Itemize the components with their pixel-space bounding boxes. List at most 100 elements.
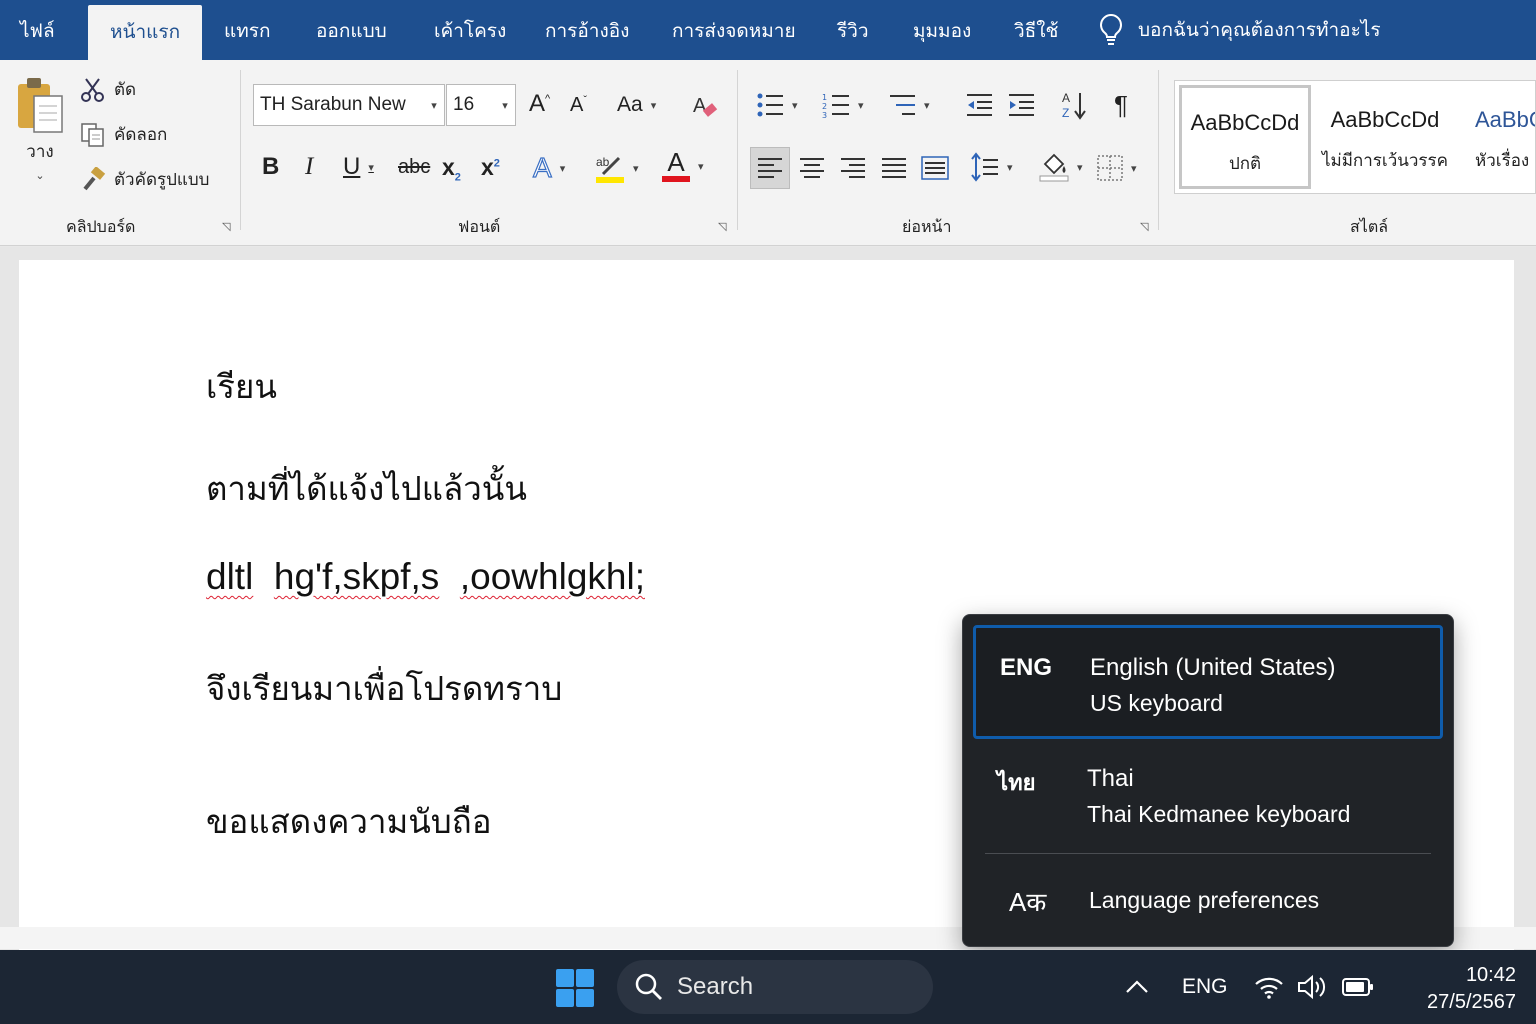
input-indicator[interactable]: ENG: [1182, 950, 1228, 1024]
keyboard-layout: US keyboard: [1090, 690, 1223, 716]
clock[interactable]: 10:42 27/5/2567: [1386, 962, 1516, 1016]
font-size-combo[interactable]: 16 ▾: [446, 84, 516, 126]
increase-indent-button[interactable]: [1007, 92, 1035, 118]
numbering-button[interactable]: 123 ▾: [822, 92, 864, 118]
align-center-button[interactable]: [799, 156, 825, 180]
svg-text:ab: ab: [596, 155, 610, 169]
style-sample: AaBbCcDd: [1190, 110, 1300, 135]
tab-help[interactable]: วิธีใช้: [1014, 0, 1058, 60]
align-right-button[interactable]: [840, 156, 866, 180]
highlight-button[interactable]: ab ▾: [595, 152, 639, 184]
language-preferences-link[interactable]: Aक Language preferences: [973, 867, 1443, 937]
paragraph-group-label: ย่อหน้า: [902, 217, 952, 236]
clipboard-launcher-icon[interactable]: ◹: [222, 220, 234, 233]
bold-button[interactable]: B: [262, 153, 279, 181]
paste-label: วาง: [26, 142, 54, 162]
tab-references[interactable]: การอ้างอิง: [545, 0, 629, 60]
format-painter-button[interactable]: ตัวคัดรูปแบบ: [80, 166, 209, 193]
justify-button[interactable]: [881, 156, 907, 180]
language-option-english[interactable]: ENG English (United States) US keyboard: [973, 625, 1443, 739]
cut-label: ตัด: [114, 80, 137, 100]
misspelled-word[interactable]: dltl: [206, 556, 253, 597]
paste-button[interactable]: วาง ⌄: [14, 76, 66, 182]
sort-button[interactable]: AZ: [1061, 90, 1087, 120]
doc-line-closing: จึงเรียนมาเพื่อโปรดทราบ: [206, 669, 563, 708]
styles-gallery: AaBbCcDd ปกติ AaBbCcDd ไม่มีการเว้นวรรค …: [1174, 80, 1536, 194]
tab-insert[interactable]: แทรก: [224, 0, 270, 60]
bold-icon: B: [262, 153, 280, 180]
wifi-icon[interactable]: [1254, 950, 1284, 1024]
style-no-spacing[interactable]: AaBbCcDd ไม่มีการเว้นวรรค: [1319, 85, 1451, 189]
language-preferences-label: Language preferences: [1089, 887, 1320, 913]
group-divider: [240, 70, 241, 230]
format-painter-label: ตัวคัดรูปแบบ: [114, 170, 210, 190]
language-name: Thai: [1087, 765, 1134, 792]
tab-review[interactable]: รีวิว: [837, 0, 869, 60]
misspelled-word[interactable]: hg'f,skpf,s: [274, 556, 439, 597]
start-button[interactable]: [556, 969, 594, 1007]
font-group-label: ฟอนต์: [458, 217, 501, 236]
font-launcher-icon[interactable]: ◹: [718, 220, 730, 233]
decrease-indent-button[interactable]: [965, 92, 993, 118]
svg-text:3: 3: [822, 111, 827, 118]
flyout-divider: [985, 853, 1431, 854]
paragraph-launcher-icon[interactable]: ◹: [1140, 220, 1152, 233]
align-right-icon: [840, 156, 866, 180]
change-case-label: Aa: [617, 93, 643, 116]
tell-me-box[interactable]: บอกฉันว่าคุณต้องการทำอะไร: [1098, 0, 1381, 60]
borders-icon: [1097, 155, 1123, 181]
highlight-swatch: [596, 177, 624, 183]
grow-font-button[interactable]: A^: [529, 90, 550, 118]
strikethrough-button[interactable]: abc: [398, 156, 430, 179]
font-name-combo[interactable]: TH Sarabun New ▾: [253, 84, 445, 126]
tab-layout[interactable]: เค้าโครง: [434, 0, 506, 60]
chevron-down-icon: ▾: [698, 159, 704, 173]
borders-button[interactable]: ▾: [1097, 155, 1137, 181]
tab-mailings[interactable]: การส่งจดหมาย: [672, 0, 796, 60]
cut-button[interactable]: ตัด: [80, 76, 136, 103]
language-option-thai[interactable]: ไทย Thai Thai Kedmanee keyboard: [973, 739, 1443, 853]
tab-view[interactable]: มุมมอง: [913, 0, 971, 60]
line-spacing-button[interactable]: ▾: [971, 152, 1013, 182]
chevron-down-icon[interactable]: ▾: [495, 99, 515, 112]
multilevel-list-button[interactable]: ▾: [888, 92, 930, 118]
show-hidden-icons-button[interactable]: [1124, 950, 1150, 1024]
input-language-flyout: ENG English (United States) US keyboard …: [962, 614, 1454, 947]
tab-home[interactable]: หน้าแรก: [88, 5, 203, 60]
svg-text:A: A: [693, 95, 707, 117]
lightbulb-icon: [1098, 13, 1124, 47]
subscript-button[interactable]: x2: [442, 154, 461, 184]
show-formatting-button[interactable]: ¶: [1114, 90, 1128, 121]
style-heading[interactable]: AaBbC หัวเรื่อง: [1461, 85, 1535, 189]
ribbon: วาง ⌄ ตัด คัดลอก ตัวคัดรูปแบบ คลิปบอร์ด …: [0, 60, 1536, 246]
language-code: ไทย: [997, 771, 1036, 796]
style-normal[interactable]: AaBbCcDd ปกติ: [1179, 85, 1311, 189]
shading-button[interactable]: ▾: [1039, 152, 1083, 182]
battery-icon[interactable]: [1342, 950, 1374, 1024]
shrink-font-button[interactable]: Aˇ: [570, 94, 587, 117]
tab-file[interactable]: ไฟล์: [20, 0, 55, 60]
underline-button[interactable]: U ▾: [343, 153, 374, 181]
svg-text:2: 2: [822, 102, 827, 111]
align-center-icon: [799, 156, 825, 180]
clear-formatting-button[interactable]: A: [692, 92, 720, 122]
chevron-down-icon: ▾: [650, 99, 657, 112]
doc-line-salutation: เรียน: [206, 367, 277, 406]
volume-icon[interactable]: [1297, 950, 1329, 1024]
italic-button[interactable]: I: [305, 153, 313, 181]
style-sample: AaBbC: [1475, 107, 1535, 132]
text-effects-button[interactable]: A ▾: [532, 151, 565, 184]
font-color-button[interactable]: A ▾: [662, 149, 704, 182]
misspelled-word[interactable]: ,oowhlgkhl;: [460, 556, 645, 597]
copy-button[interactable]: คัดลอก: [80, 121, 167, 148]
change-case-button[interactable]: Aa ▾: [617, 93, 656, 117]
chevron-down-icon[interactable]: ▾: [424, 99, 444, 112]
superscript-button[interactable]: x2: [481, 154, 500, 181]
bullets-button[interactable]: ▾: [756, 92, 798, 118]
tab-design[interactable]: ออกแบบ: [316, 0, 387, 60]
multilevel-list-icon: [888, 92, 916, 118]
taskbar-search-box[interactable]: Search: [617, 960, 933, 1014]
align-left-button[interactable]: [750, 147, 790, 189]
distributed-button[interactable]: [921, 156, 949, 180]
chevron-down-icon: ▾: [368, 161, 374, 174]
